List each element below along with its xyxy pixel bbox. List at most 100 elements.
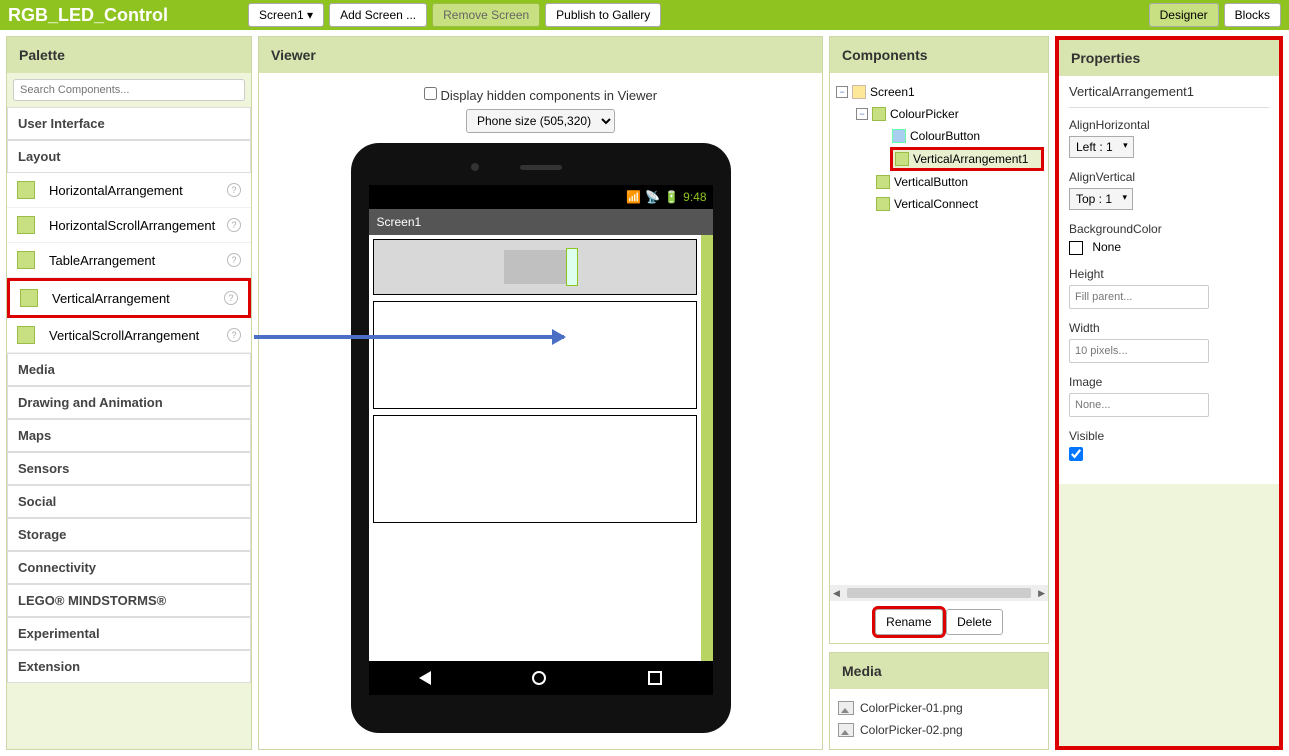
layout-icon	[17, 251, 35, 269]
palette-cat-sensors[interactable]: Sensors	[7, 452, 251, 485]
phone-size-select[interactable]: Phone size (505,320)	[466, 109, 615, 133]
help-icon[interactable]: ?	[227, 253, 241, 267]
palette-panel: Palette User Interface Layout Horizontal…	[6, 36, 252, 750]
screen-icon	[852, 85, 866, 99]
width-input[interactable]	[1069, 339, 1209, 363]
layout-icon	[17, 181, 35, 199]
palette-layout-items: HorizontalArrangement ? HorizontalScroll…	[7, 173, 251, 353]
rename-button[interactable]: Rename	[875, 609, 942, 635]
vertical-button-preview[interactable]	[373, 301, 697, 409]
colour-picker-preview[interactable]	[373, 239, 697, 295]
add-screen-button[interactable]: Add Screen ...	[329, 3, 427, 27]
prop-width: Width	[1069, 321, 1269, 363]
background-color-control[interactable]: None	[1069, 240, 1269, 255]
properties-filler	[1059, 484, 1279, 746]
battery-icon: 🔋	[664, 190, 679, 204]
component-tree[interactable]: − Screen1 − ColourPicker ColourButton Ve…	[830, 73, 1048, 585]
screen-main[interactable]	[369, 235, 701, 661]
tree-vertical-button[interactable]: VerticalButton	[874, 171, 1044, 193]
remove-screen-button[interactable]: Remove Screen	[432, 3, 540, 27]
tree-colour-button[interactable]: ColourButton	[890, 125, 1044, 147]
screen-title-bar: Screen1	[369, 209, 713, 235]
layout-icon	[17, 326, 35, 344]
palette-cat-media[interactable]: Media	[7, 353, 251, 386]
viewer-content: Display hidden components in Viewer Phon…	[259, 73, 822, 749]
palette-cat-maps[interactable]: Maps	[7, 419, 251, 452]
color-swatch	[1069, 241, 1083, 255]
scroll-right-icon[interactable]: ▶	[1035, 588, 1048, 599]
prop-align-vertical: AlignVertical Top : 1	[1069, 170, 1269, 210]
palette-item-table[interactable]: TableArrangement ?	[7, 243, 251, 278]
collapse-icon[interactable]: −	[856, 108, 868, 120]
palette-cat-storage[interactable]: Storage	[7, 518, 251, 551]
screen-side-strip	[701, 235, 713, 661]
layout-icon	[876, 175, 890, 189]
scroll-left-icon[interactable]: ◀	[830, 588, 843, 599]
height-input[interactable]	[1069, 285, 1209, 309]
wifi-icon: 📶	[626, 190, 641, 204]
properties-panel: Properties VerticalArrangement1 AlignHor…	[1055, 36, 1283, 750]
scroll-track[interactable]	[847, 588, 1031, 598]
media-item[interactable]: ColorPicker-01.png	[838, 697, 1040, 719]
tree-vertical-connect[interactable]: VerticalConnect	[874, 193, 1044, 215]
help-icon[interactable]: ?	[227, 328, 241, 342]
phone-screen[interactable]: 📶 📡 🔋 9:48 Screen1	[369, 185, 713, 695]
publish-button[interactable]: Publish to Gallery	[545, 3, 661, 27]
screen-body	[369, 235, 713, 661]
collapse-icon[interactable]: −	[836, 86, 848, 98]
viewer-panel: Viewer Display hidden components in View…	[258, 36, 823, 750]
hidden-components-label[interactable]: Display hidden components in Viewer	[424, 88, 657, 103]
media-header: Media	[830, 653, 1048, 689]
screen-dropdown[interactable]: Screen1 ▾	[248, 3, 324, 27]
layout-icon	[876, 197, 890, 211]
layout-icon	[895, 152, 909, 166]
palette-cat-user-interface[interactable]: User Interface	[7, 107, 251, 140]
properties-body: VerticalArrangement1 AlignHorizontal Lef…	[1059, 76, 1279, 484]
hidden-components-checkbox[interactable]	[424, 87, 437, 100]
palette-cat-drawing[interactable]: Drawing and Animation	[7, 386, 251, 419]
designer-tab[interactable]: Designer	[1149, 3, 1219, 27]
media-panel: Media ColorPicker-01.png ColorPicker-02.…	[829, 652, 1049, 750]
tree-colour-picker[interactable]: − ColourPicker	[854, 103, 1044, 125]
palette-cat-layout[interactable]: Layout	[7, 140, 251, 173]
search-components-input[interactable]	[13, 79, 245, 101]
palette-item-label: VerticalScrollArrangement	[49, 328, 199, 343]
prop-background-color: BackgroundColor None	[1069, 222, 1269, 255]
tree-vertical-arrangement1[interactable]: VerticalArrangement1	[890, 147, 1044, 171]
help-icon[interactable]: ?	[227, 183, 241, 197]
prop-image: Image	[1069, 375, 1269, 417]
viewer-header: Viewer	[259, 37, 822, 73]
vertical-arrangement-preview[interactable]	[566, 248, 578, 286]
phone-speaker	[520, 165, 562, 170]
blocks-tab[interactable]: Blocks	[1224, 3, 1281, 27]
palette-item-vertical[interactable]: VerticalArrangement ?	[7, 278, 251, 318]
image-input[interactable]	[1069, 393, 1209, 417]
home-icon	[532, 671, 546, 685]
palette-cat-experimental[interactable]: Experimental	[7, 617, 251, 650]
delete-button[interactable]: Delete	[946, 609, 1003, 635]
colour-button-preview[interactable]	[504, 250, 566, 284]
palette-item-horizontal[interactable]: HorizontalArrangement ?	[7, 173, 251, 208]
palette-item-label: HorizontalArrangement	[49, 183, 183, 198]
palette-item-vertical-scroll[interactable]: VerticalScrollArrangement ?	[7, 318, 251, 353]
help-icon[interactable]: ?	[227, 218, 241, 232]
palette-cat-social[interactable]: Social	[7, 485, 251, 518]
palette-cat-lego[interactable]: LEGO® MINDSTORMS®	[7, 584, 251, 617]
palette-header: Palette	[7, 37, 251, 73]
tree-screen1[interactable]: − Screen1	[834, 81, 1044, 103]
components-panel: Components − Screen1 − ColourPicker Colo…	[829, 36, 1049, 644]
help-icon[interactable]: ?	[224, 291, 238, 305]
align-horizontal-select[interactable]: Left : 1	[1069, 136, 1134, 158]
recent-icon	[648, 671, 662, 685]
palette-cat-extension[interactable]: Extension	[7, 650, 251, 683]
annotation-arrow	[254, 335, 564, 339]
visible-checkbox[interactable]	[1069, 447, 1083, 461]
layout-icon	[872, 107, 886, 121]
palette-cat-connectivity[interactable]: Connectivity	[7, 551, 251, 584]
align-vertical-select[interactable]: Top : 1	[1069, 188, 1133, 210]
palette-item-horizontal-scroll[interactable]: HorizontalScrollArrangement ?	[7, 208, 251, 243]
image-icon	[838, 701, 854, 715]
vertical-connect-preview[interactable]	[373, 415, 697, 523]
tree-hscroll[interactable]: ◀ ▶	[830, 585, 1048, 601]
media-item[interactable]: ColorPicker-02.png	[838, 719, 1040, 741]
